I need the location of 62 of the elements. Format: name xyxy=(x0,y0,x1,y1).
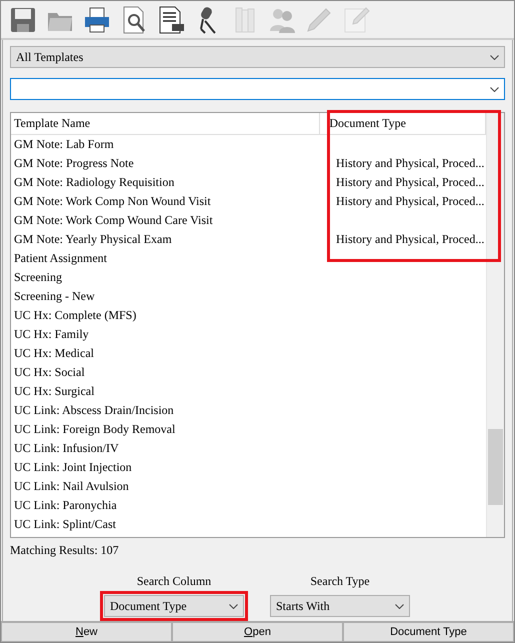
table-row[interactable]: GM Note: Progress Note History and Physical, Proced... xyxy=(11,154,486,174)
table-row[interactable]: UC Link: Nail Avulsion xyxy=(11,477,486,496)
table-cell-text: UC Link: Joint Injection xyxy=(13,460,133,476)
table-row[interactable]: GM Note: Work Comp Wound Care Visit xyxy=(11,211,486,230)
table-cell-text: History and Physical, Proced... xyxy=(335,232,484,248)
table-row[interactable]: GM Note: Work Comp Non Wound Visit History and Physical, Proced... xyxy=(11,192,486,212)
chevron-down-icon xyxy=(395,604,404,609)
table-cell-text: UC Link: Nail Avulsion xyxy=(13,479,130,494)
search-dropdown[interactable]: Starts With xyxy=(270,595,410,618)
chevron-down-icon xyxy=(229,604,238,609)
matching-results-text: Matching Results: 107 xyxy=(10,543,120,558)
table-cell-text: GM Note: Work Comp Non Wound Visit xyxy=(13,194,212,210)
action-button[interactable]: Open xyxy=(172,622,343,642)
table-row[interactable]: GM Note: Yearly Physical Exam History and Physical, Proced... xyxy=(11,230,486,250)
table-row[interactable]: Screening xyxy=(11,268,486,288)
search-dropdown[interactable]: Document Type xyxy=(104,595,244,618)
table-cell-text: Screening xyxy=(13,270,63,286)
action-button[interactable]: Document Type xyxy=(343,622,514,642)
table-cell-text: Patient Assignment xyxy=(13,251,108,266)
action-button[interactable]: New xyxy=(1,622,172,642)
table-row[interactable]: UC Hx: Social xyxy=(11,363,486,382)
table-row[interactable]: UC Link: Joint Injection xyxy=(11,458,486,478)
table-cell-text: Screening - New xyxy=(13,289,96,304)
scrollbar[interactable] xyxy=(486,113,504,538)
table-cell-text: GM Note: Lab Form xyxy=(13,137,115,152)
table-cell-text: History and Physical, Proced... xyxy=(335,156,484,172)
table-row[interactable]: UC Hx: Surgical xyxy=(11,382,486,402)
column-header[interactable]: Template Name xyxy=(11,113,320,134)
table-row[interactable]: UC Link: Paronychia xyxy=(11,496,486,516)
table-row[interactable]: UC Link: Infusion/IV xyxy=(11,439,486,458)
chevron-down-icon xyxy=(490,54,499,60)
table-cell-text: GM Note: Yearly Physical Exam xyxy=(13,232,173,248)
table-cell-text: UC Link: Abscess Drain/Incision xyxy=(13,403,175,418)
table-cell-text: UC Hx: Complete (MFS) xyxy=(13,308,138,324)
template-filter-dropdown[interactable]: All Templates xyxy=(10,46,505,68)
table-cell-text: GM Note: Work Comp Wound Care Visit xyxy=(13,213,214,228)
table-row[interactable]: UC Hx: Family xyxy=(11,325,486,344)
table-cell-text: History and Physical, Proced... xyxy=(335,175,484,190)
search-field[interactable] xyxy=(10,78,505,100)
table-cell-text: UC Hx: Medical xyxy=(13,346,95,362)
table-cell-text: GM Note: Radiology Requisition xyxy=(13,175,176,190)
table-row[interactable]: Patient Assignment xyxy=(11,249,486,268)
table-row[interactable]: Screening - New xyxy=(11,287,486,306)
table-cell-text: UC Hx: Family xyxy=(13,327,90,342)
table-cell-text: History and Physical, Proced... xyxy=(335,194,484,210)
table-row[interactable]: UC Hx: Medical xyxy=(11,344,486,364)
table-row[interactable]: GM Note: Radiology Requisition History and Physical, Proced... xyxy=(11,173,486,192)
search-label: Search Type xyxy=(310,574,370,590)
table-cell-text: UC Link: Splint/Cast xyxy=(13,517,118,532)
table-cell-text: UC Hx: Social xyxy=(13,365,86,380)
table-row[interactable]: GM Note: Lab Form xyxy=(11,135,486,154)
table-row[interactable]: UC Link: Abscess Drain/Incision xyxy=(11,401,486,420)
chevron-down-icon xyxy=(490,86,499,92)
search-label: Search Column xyxy=(136,574,212,590)
table-cell-text: UC Link: Paronychia xyxy=(13,498,118,514)
table-cell-text: UC Link: Infusion/IV xyxy=(13,441,120,456)
table-cell-text: GM Note: Progress Note xyxy=(13,156,135,172)
table-row[interactable]: UC Link: Splint/Cast xyxy=(11,515,486,534)
table-cell-text: UC Link: Foreign Body Removal xyxy=(13,422,176,438)
table-row[interactable]: UC Hx: Complete (MFS) xyxy=(11,306,486,326)
table-row[interactable]: UC Link: Foreign Body Removal xyxy=(11,420,486,440)
table-cell-text: UC Hx: Surgical xyxy=(13,384,96,400)
